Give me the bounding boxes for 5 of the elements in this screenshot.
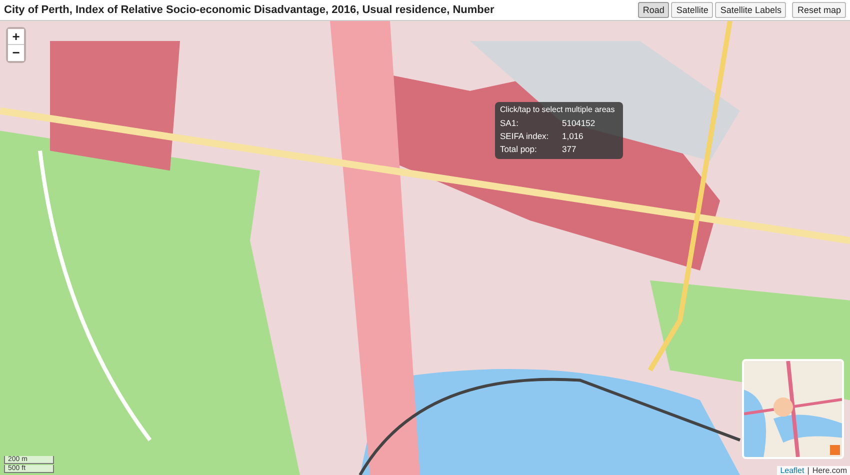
map-type-button[interactable]: Road (638, 2, 670, 18)
reset-map-button[interactable]: Reset map (792, 2, 846, 18)
map-type-button[interactable]: Satellite (671, 2, 714, 18)
map-title: City of Perth, Index of Relative Socio-economic Disadvantage, 2016, Usual residence, Number (4, 4, 494, 16)
map-type-button[interactable]: Satellite Labels (715, 2, 786, 18)
